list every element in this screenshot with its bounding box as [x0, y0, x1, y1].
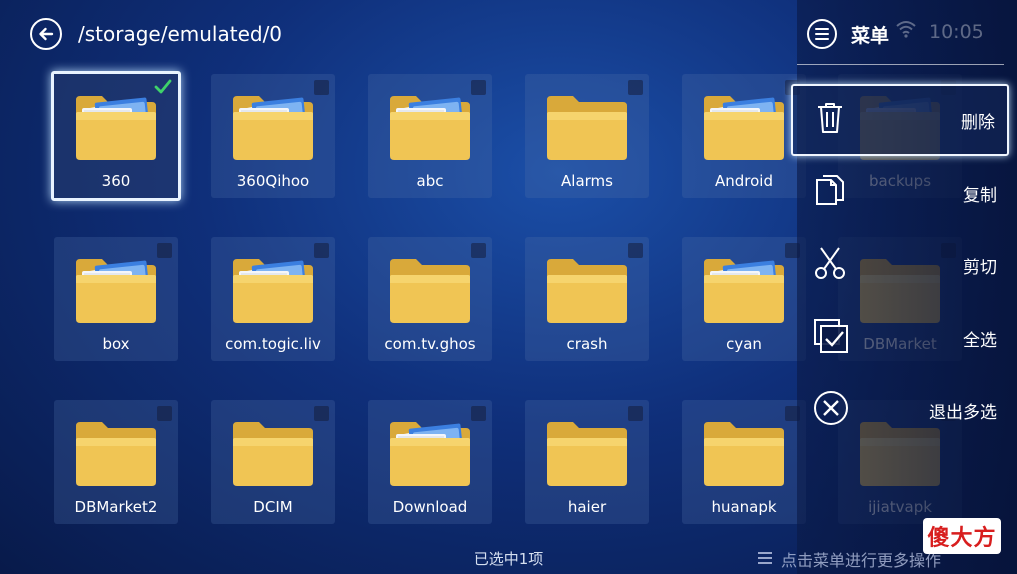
folder-with-papers-icon [231, 255, 315, 325]
file-tile[interactable]: Download [368, 400, 492, 524]
file-name: haier [567, 498, 607, 516]
folder-with-papers-icon [702, 255, 786, 325]
menu-list-icon[interactable] [807, 19, 837, 49]
file-name: com.togic.liv [225, 335, 321, 353]
file-name: Alarms [561, 172, 613, 190]
menu-item-label: 退出多选 [929, 402, 997, 423]
menu-item[interactable]: 退出多选 [791, 374, 1009, 446]
status-bar: 10:05 [895, 20, 984, 43]
menu-item[interactable]: 全选 [791, 302, 1009, 374]
folder-with-papers-icon [74, 92, 158, 162]
file-name: Download [392, 498, 468, 516]
folder-icon [545, 255, 629, 325]
file-tile[interactable]: crash [525, 237, 649, 361]
menu-item-label: 删除 [961, 112, 995, 133]
folder-with-papers-icon [74, 255, 158, 325]
menu-hint-text: 点击菜单进行更多操作 [781, 551, 942, 570]
menu-title: 菜单 [851, 24, 890, 47]
file-name: crash [566, 335, 608, 353]
file-name: abc [416, 172, 444, 190]
watermark-logo: 傻大方 [923, 518, 1001, 554]
file-tile[interactable]: 360Qihoo [211, 74, 335, 198]
file-tile[interactable]: box [54, 237, 178, 361]
folder-icon [74, 418, 158, 488]
file-tile[interactable]: Android [682, 74, 806, 198]
file-name: box [102, 335, 130, 353]
trash-icon [815, 101, 845, 139]
folder-with-papers-icon [231, 92, 315, 162]
menu-item-label: 剪切 [963, 257, 997, 278]
checkbox[interactable] [314, 406, 329, 421]
folder-icon [388, 255, 472, 325]
file-name: Android [715, 172, 773, 190]
menu-item-label: 全选 [963, 330, 997, 351]
file-tile[interactable]: haier [525, 400, 649, 524]
scissors-icon [813, 245, 847, 285]
folder-icon [231, 418, 315, 488]
file-tile[interactable]: com.togic.liv [211, 237, 335, 361]
menu-lines-icon [757, 550, 773, 569]
file-name: 360Qihoo [236, 172, 310, 190]
checkbox[interactable] [471, 406, 486, 421]
menu-item-label: 复制 [963, 185, 997, 206]
file-tile[interactable]: Alarms [525, 74, 649, 198]
back-arrow-icon[interactable] [30, 18, 62, 50]
checkbox[interactable] [628, 243, 643, 258]
file-tile[interactable]: DCIM [211, 400, 335, 524]
header: /storage/emulated/0 [30, 16, 282, 52]
checkbox[interactable] [471, 80, 486, 95]
folder-icon [702, 418, 786, 488]
file-name: com.tv.ghos [384, 335, 476, 353]
checkbox[interactable] [157, 406, 172, 421]
current-path: /storage/emulated/0 [78, 22, 283, 46]
checkbox[interactable] [157, 243, 172, 258]
checkbox[interactable] [314, 243, 329, 258]
folder-with-papers-icon [702, 92, 786, 162]
checkbox[interactable] [628, 406, 643, 421]
menu-hint: 点击菜单进行更多操作 [757, 547, 941, 571]
menu-item[interactable]: 剪切 [791, 229, 1009, 301]
checkbox[interactable] [471, 243, 486, 258]
checkbox[interactable] [314, 80, 329, 95]
file-tile[interactable]: abc [368, 74, 492, 198]
copy-icon [813, 174, 847, 212]
close-circle-icon [813, 390, 849, 430]
file-name: huanapk [711, 498, 777, 516]
file-tile[interactable]: com.tv.ghos [368, 237, 492, 361]
file-name: DCIM [253, 498, 293, 516]
file-tile[interactable]: cyan [682, 237, 806, 361]
file-tile[interactable]: DBMarket2 [54, 400, 178, 524]
file-name: DBMarket2 [74, 498, 158, 516]
menu-header: 菜单 [807, 16, 889, 52]
file-name: cyan [726, 335, 762, 353]
menu-divider [797, 64, 1004, 65]
checkbox[interactable] [628, 80, 643, 95]
folder-icon [545, 418, 629, 488]
folder-with-papers-icon [388, 418, 472, 488]
menu-item[interactable]: 删除 [791, 84, 1009, 156]
file-name: 360 [101, 172, 131, 190]
file-tile[interactable]: 360 [51, 71, 181, 201]
select-all-icon [813, 318, 849, 358]
file-tile[interactable]: huanapk [682, 400, 806, 524]
folder-with-papers-icon [388, 92, 472, 162]
status-time: 10:05 [929, 20, 984, 43]
folder-icon [545, 92, 629, 162]
wifi-icon [895, 20, 917, 43]
menu-item[interactable]: 复制 [791, 157, 1009, 229]
